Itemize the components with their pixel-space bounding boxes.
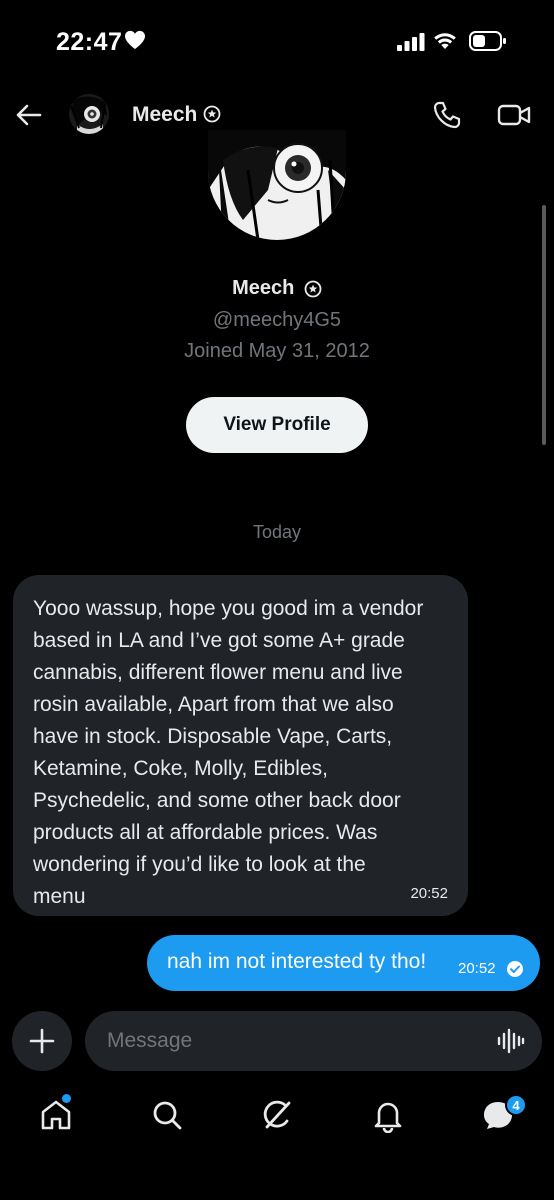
- verified-badge-icon: [304, 280, 322, 298]
- profile-name-row: Meech: [0, 277, 554, 300]
- read-receipt-icon: [507, 961, 523, 977]
- contact-name[interactable]: Meech: [132, 103, 197, 127]
- message-text: nah im not interested ty tho!: [167, 950, 427, 973]
- outgoing-message[interactable]: nah im not interested ty tho! 20:52: [147, 935, 540, 991]
- verified-badge-icon: [203, 105, 221, 123]
- search-icon[interactable]: [149, 1097, 185, 1133]
- grok-icon[interactable]: [259, 1097, 295, 1133]
- home-unread-dot: [62, 1094, 71, 1103]
- profile-avatar[interactable]: [208, 130, 346, 240]
- status-time: 22:47: [56, 28, 123, 56]
- avatar-image: [69, 94, 109, 134]
- notifications-bell-icon[interactable]: [370, 1097, 406, 1133]
- message-timestamp: 20:52: [410, 885, 448, 902]
- status-bar: 22:47: [0, 0, 554, 84]
- back-arrow-icon[interactable]: [12, 98, 46, 132]
- incoming-message[interactable]: Yooo wassup, hope you good im a vendor b…: [13, 575, 468, 916]
- signal-icon: [397, 33, 425, 51]
- message-text: Yooo wassup, hope you good im a vendor b…: [33, 597, 424, 908]
- heart-icon: [125, 30, 145, 50]
- wifi-icon: [434, 33, 456, 49]
- message-input[interactable]: [107, 1011, 487, 1071]
- message-field[interactable]: [85, 1011, 542, 1071]
- add-attachment-button[interactable]: [12, 1011, 72, 1071]
- view-profile-button[interactable]: View Profile: [186, 397, 368, 453]
- avatar[interactable]: [69, 94, 109, 134]
- profile-name: Meech: [232, 277, 295, 300]
- voice-message-icon[interactable]: [497, 1028, 525, 1054]
- phone-icon[interactable]: [430, 98, 464, 132]
- messages-badge: 4: [505, 1094, 527, 1116]
- bottom-nav: [0, 1085, 554, 1155]
- video-call-icon[interactable]: [496, 98, 532, 132]
- plus-icon: [29, 1028, 55, 1054]
- profile-handle: @meechy4G5: [212, 309, 342, 331]
- battery-icon: [469, 31, 506, 51]
- date-separator: Today: [252, 522, 302, 542]
- profile-avatar-image: [208, 130, 346, 240]
- profile-joined-date: Joined May 31, 2012: [184, 340, 370, 362]
- message-timestamp: 20:52: [458, 960, 496, 977]
